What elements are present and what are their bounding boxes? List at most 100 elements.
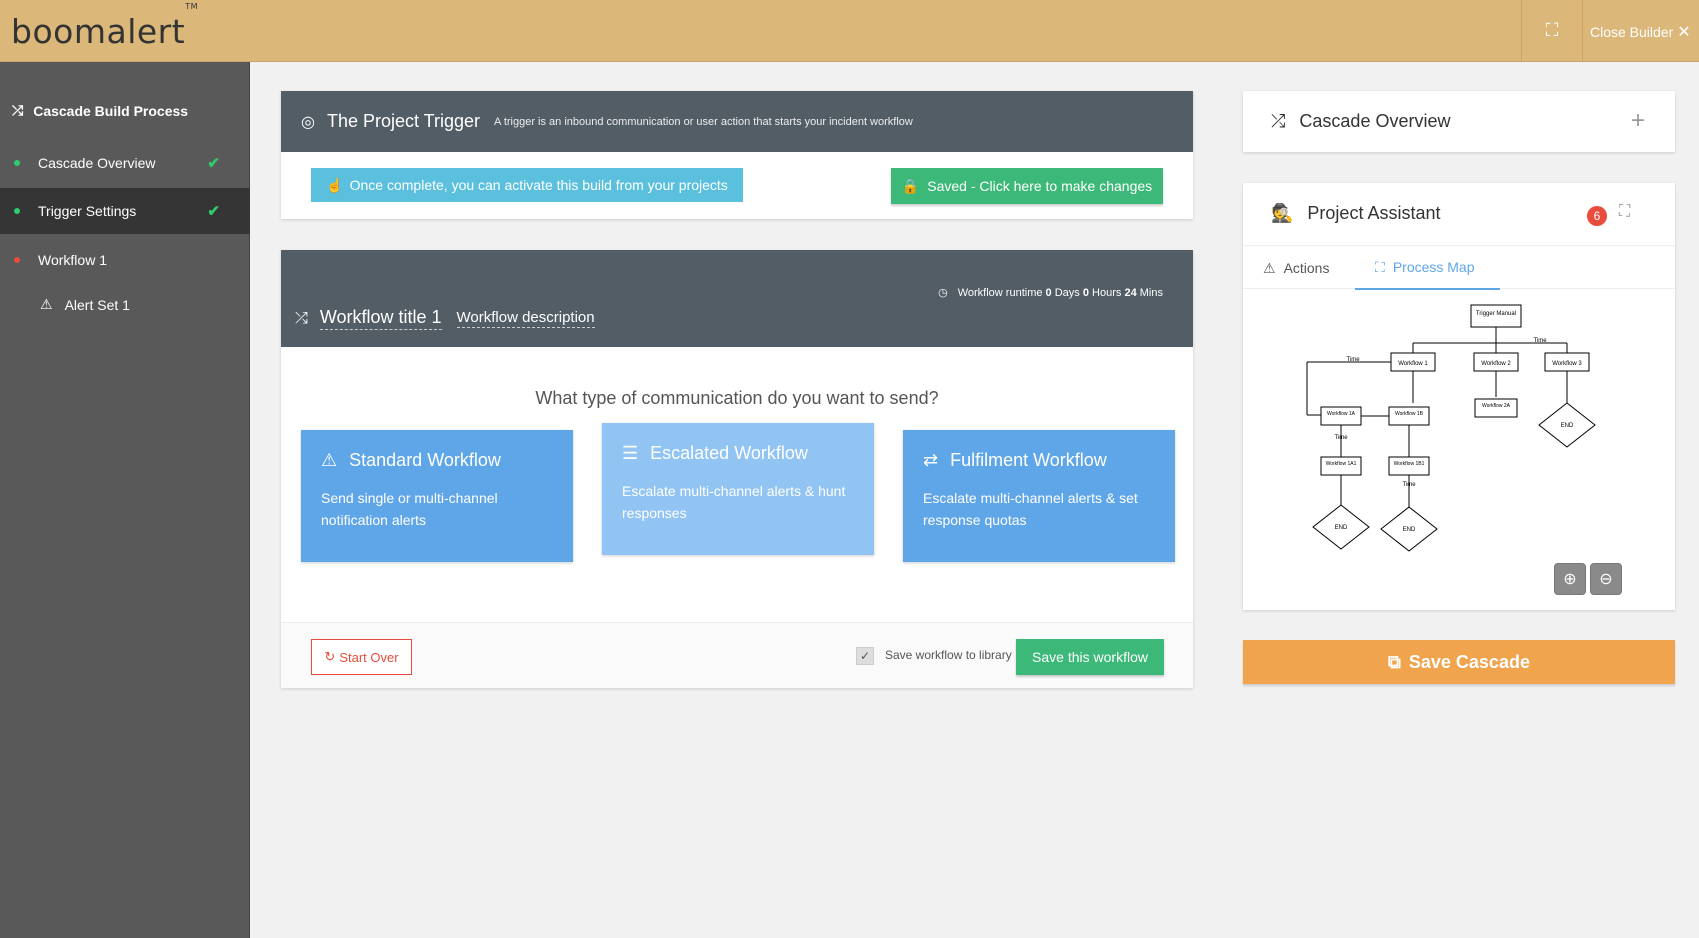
node-label: Workflow 3 (1552, 361, 1582, 367)
runtime-label: Workflow runtime (957, 286, 1043, 299)
warning-icon: ⚠ (321, 450, 338, 470)
cascade-overview-panel: ⤮ Cascade Overview + (1243, 91, 1675, 152)
workflow-description[interactable]: Workflow description (456, 309, 595, 328)
trigger-title: The Project Trigger (326, 111, 481, 131)
node-label: END (1403, 527, 1416, 533)
trademark: TM (185, 2, 198, 11)
edge-label: Time (1533, 338, 1547, 344)
start-over-button[interactable]: ↻ Start Over (311, 639, 412, 675)
close-builder-label: Close Builder (1590, 24, 1674, 40)
workflow-title[interactable]: Workflow title 1 (319, 307, 442, 330)
edge-label: Time (1402, 482, 1416, 488)
escalated-workflow-card[interactable]: ☰ Escalated Workflow Escalate multi-chann… (602, 423, 874, 555)
fullscreen-icon[interactable]: ⛶ (1619, 203, 1630, 221)
shuffle-icon: ⤮ (1271, 111, 1286, 131)
project-assistant-title: 🕵 Project Assistant (1271, 203, 1440, 224)
trigger-panel: ◎ The Project Trigger A trigger is an in… (281, 91, 1193, 219)
warning-icon: ⚠ (1263, 259, 1276, 276)
zoom-out-button[interactable]: ⊖ (1590, 563, 1622, 595)
node-label: Workflow 1B (1395, 411, 1424, 417)
shuffle-icon: ⤮ (12, 102, 24, 118)
user-secret-icon: 🕵 (1271, 203, 1294, 223)
divider (1521, 0, 1522, 62)
list-icon: ☰ (622, 443, 639, 463)
edge-label: Time (1334, 435, 1348, 441)
node-label: Workflow 1A1 (1326, 461, 1357, 467)
save-library-checkbox[interactable]: ✓ (856, 647, 874, 665)
tab-process-map[interactable]: ⛶ Process Map (1355, 246, 1500, 290)
days-label: Days (1054, 286, 1080, 299)
sidebar-item-label: Cascade Overview (38, 155, 156, 171)
card-description: Send single or multi-channel notificatio… (321, 490, 498, 528)
saved-edit-label: Saved - Click here to make changes (927, 178, 1153, 194)
target-icon: ◎ (301, 113, 315, 131)
tab-label: Actions (1283, 260, 1330, 276)
node-label: Workflow 2A (1482, 403, 1511, 409)
sidebar-item-cascade-overview[interactable]: Cascade Overview ✔ (0, 140, 250, 186)
sidebar-item-trigger-settings[interactable]: Trigger Settings ✔ (0, 188, 250, 234)
sidebar-header-label: Cascade Build Process (33, 102, 189, 119)
close-builder-button[interactable]: Close Builder ✕ (1590, 22, 1691, 42)
tab-label: Process Map (1392, 259, 1475, 275)
cascade-overview-title: ⤮ Cascade Overview (1271, 111, 1450, 132)
fullscreen-icon[interactable]: ⛶ (1538, 20, 1566, 42)
trigger-panel-header: ◎ The Project Trigger A trigger is an in… (281, 91, 1193, 152)
runtime-days: 0 (1045, 286, 1052, 299)
card-description: Escalate multi-channel alerts & hunt res… (622, 483, 846, 521)
notification-badge: 6 (1587, 206, 1607, 226)
workflow-panel-header: ◷ Workflow runtime 0 Days 0 Hours 24 Min… (281, 250, 1193, 347)
copy-icon: ⧉ (1388, 651, 1401, 672)
top-bar: boomalertTM ⛶ Close Builder ✕ (0, 0, 1699, 62)
workflow-title-row: ⤮ Workflow title 1 Workflow description (295, 307, 595, 330)
cascade-overview-label: Cascade Overview (1299, 111, 1451, 131)
runtime-mins: 24 (1124, 286, 1137, 299)
hours-label: Hours (1092, 286, 1122, 299)
divider (1582, 0, 1583, 62)
standard-workflow-card[interactable]: ⚠ Standard Workflow Send single or multi-… (301, 430, 573, 562)
refresh-icon: ↻ (324, 649, 336, 664)
project-assistant-label: Project Assistant (1307, 203, 1441, 223)
status-dot (14, 208, 20, 214)
save-cascade-button[interactable]: ⧉ Save Cascade (1243, 640, 1675, 684)
edge-label: Time (1346, 357, 1360, 363)
sidebar-item-label: Trigger Settings (38, 203, 137, 219)
sidebar-item-label: Workflow 1 (38, 252, 107, 268)
sidebar: ⤮ Cascade Build Process Cascade Overview… (0, 62, 250, 938)
process-map: Trigger Manual Time Workflow 1 Workflow … (1243, 293, 1675, 593)
zoom-in-button[interactable]: ⊕ (1554, 563, 1586, 595)
expand-overview-button[interactable]: + (1631, 107, 1645, 135)
fulfilment-workflow-card[interactable]: ⇄ Fulfilment Workflow Escalate multi-chan… (903, 430, 1175, 562)
tab-actions[interactable]: ⚠ Actions (1243, 246, 1349, 290)
activate-info-label: Once complete, you can activate this bui… (349, 177, 728, 193)
node-label: Trigger Manual (1476, 311, 1516, 317)
warning-icon: ⚠ (40, 296, 53, 312)
process-map-diagram: Trigger Manual Time Workflow 1 Workflow … (1306, 304, 1596, 552)
node-label: Workflow 1A (1327, 411, 1356, 417)
card-title: Fulfilment Workflow (950, 450, 1107, 470)
node-label: END (1561, 423, 1574, 429)
check-icon: ✔ (207, 203, 220, 220)
node-label: END (1335, 525, 1348, 531)
activate-info-button[interactable]: ☝ Once complete, you can activate this b… (311, 168, 743, 202)
close-icon: ✕ (1677, 24, 1691, 41)
check-icon: ✔ (207, 155, 220, 172)
status-dot (14, 160, 20, 166)
retweet-icon: ⇄ (923, 450, 939, 470)
assistant-tabs: ⚠ Actions ⛶ Process Map (1243, 245, 1675, 290)
sidebar-header: ⤮ Cascade Build Process (12, 102, 188, 119)
save-workflow-button[interactable]: Save this workflow (1016, 639, 1164, 675)
sidebar-item-workflow-1[interactable]: Workflow 1 (0, 237, 250, 283)
mins-label: Mins (1139, 286, 1163, 299)
workflow-footer: ↻ Start Over ✓ Save workflow to library … (281, 622, 1193, 688)
save-library-label: Save workflow to library (885, 648, 1012, 662)
shuffle-icon: ⤮ (295, 309, 308, 327)
node-label: Workflow 1 (1398, 361, 1428, 367)
trigger-description: A trigger is an inbound communication or… (494, 115, 913, 128)
lock-icon: 🔒 (901, 177, 920, 194)
saved-edit-button[interactable]: 🔒 Saved - Click here to make changes (891, 168, 1163, 204)
sidebar-subitem-label: Alert Set 1 (64, 296, 130, 313)
project-assistant-panel: 🕵 Project Assistant 6 ⛶ ⚠ Actions ⛶ Proc… (1243, 183, 1675, 610)
workflow-panel: ◷ Workflow runtime 0 Days 0 Hours 24 Min… (281, 250, 1193, 688)
clock-icon: ◷ (938, 287, 948, 299)
sidebar-subitem-alert-set-1[interactable]: ⚠ Alert Set 1 (40, 296, 130, 313)
